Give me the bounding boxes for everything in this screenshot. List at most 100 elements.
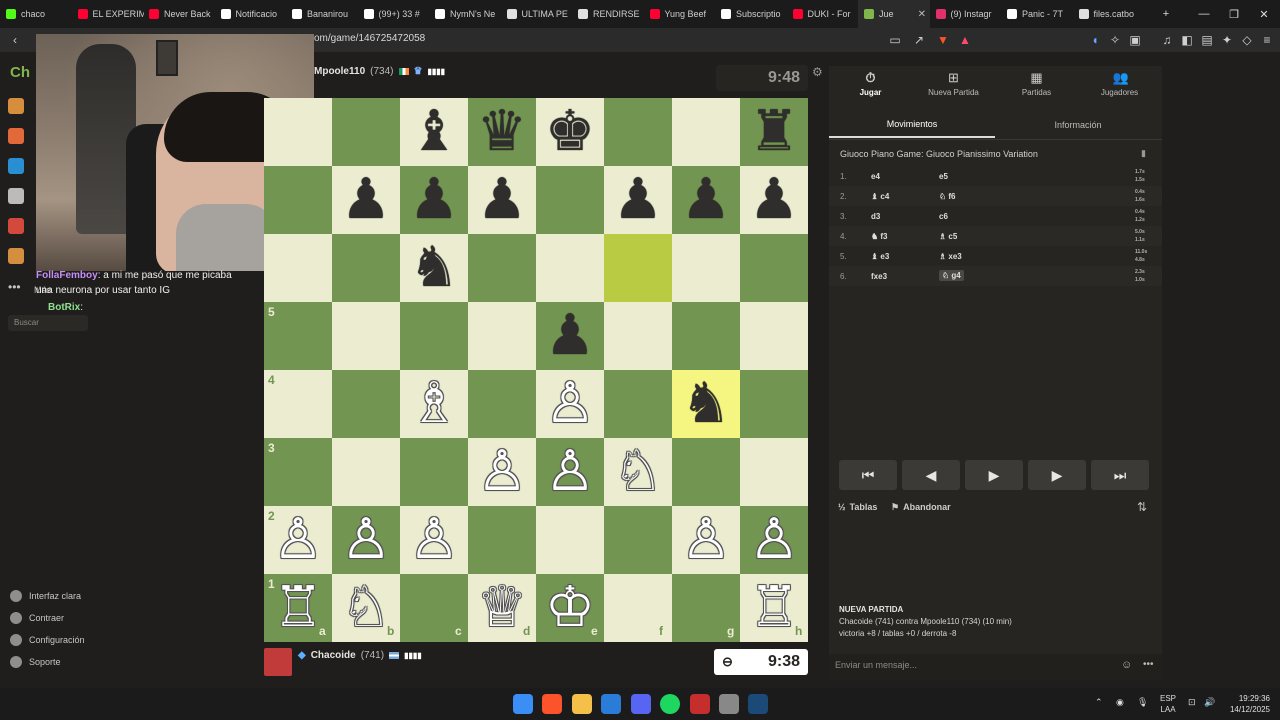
white-move[interactable]: ♝ c4 [871,192,889,201]
white-move[interactable]: ♝ e3 [871,252,889,261]
chess-piece-h8[interactable]: ♜ [740,98,808,166]
board-square-g5[interactable] [672,302,740,370]
chess-piece-e3[interactable]: ♙ [536,438,604,506]
chess-piece-a2[interactable]: ♙ [264,506,332,574]
black-move[interactable]: ♗ c5 [939,232,957,241]
last-move-button[interactable]: ⏭ [1091,460,1149,490]
chess-piece-g4[interactable]: ♞ [672,370,740,438]
new-game-players[interactable]: Chacoide (741) contra Mpoole110 (734) (1… [839,616,1012,628]
black-move[interactable]: c6 [939,212,948,221]
steam-icon[interactable] [748,694,768,714]
back-icon[interactable]: ‹ [8,33,22,47]
language-indicator[interactable]: ESP LAA [1160,693,1176,715]
flip-board-icon[interactable]: ⇅ [1137,500,1147,514]
board-square-e2[interactable] [536,506,604,574]
browser-tab[interactable]: NymN's Ne [429,0,501,28]
chess-piece-b2[interactable]: ♙ [332,506,400,574]
play-button[interactable]: ▶ [965,460,1023,490]
browser-tab[interactable]: Subscriptio [715,0,787,28]
board-square-d6[interactable] [468,234,536,302]
new-tab-button[interactable]: + [1150,0,1182,28]
white-move[interactable]: d3 [871,212,880,221]
board-square-h5[interactable] [740,302,808,370]
chess-piece-c8[interactable]: ♝ [400,98,468,166]
sidebar-search-input[interactable]: Buscar [8,315,88,331]
news-icon[interactable] [8,218,24,234]
board-square-b8[interactable] [332,98,400,166]
board-square-a7[interactable] [264,166,332,234]
chess-piece-e8[interactable]: ♚ [536,98,604,166]
recorder-icon[interactable] [690,694,710,714]
browser-tab[interactable]: EL EXPERIM [72,0,144,28]
browser-tab[interactable]: ULTIMA PE [501,0,573,28]
tray-chevron-icon[interactable]: ⌃ [1095,697,1103,708]
chess-piece-e4[interactable]: ♙ [536,370,604,438]
next-move-button[interactable]: ▶ [1028,460,1086,490]
start-icon[interactable] [513,694,533,714]
previous-move-button[interactable]: ◀ [902,460,960,490]
board-square-f2[interactable] [604,506,672,574]
chess-piece-a1[interactable]: ♖ [264,574,332,642]
white-move[interactable]: fxe3 [871,272,887,281]
learn-icon[interactable] [8,158,24,174]
tray-app-icon[interactable]: ◉ [1116,697,1124,708]
more-icon[interactable]: ••• [8,280,21,294]
browser-tab[interactable]: (99+) 33 # [358,0,430,28]
chess-piece-c6[interactable]: ♞ [400,234,468,302]
board-square-d4[interactable] [468,370,536,438]
opening-name[interactable]: Giuoco Piano Game: Giuoco Pianissimo Var… [840,149,1038,159]
board-square-f4[interactable] [604,370,672,438]
browser-tab[interactable]: RENDIRSE [572,0,644,28]
board-square-b5[interactable] [332,302,400,370]
brave-shield-icon[interactable]: ▼ [936,33,950,47]
chess-piece-g7[interactable]: ♟ [672,166,740,234]
white-move[interactable]: ♞ f3 [871,232,888,241]
vpn-icon[interactable]: ◇ [1240,33,1254,47]
top-player-name[interactable]: Mpoole110 [314,66,365,77]
share-icon[interactable]: ↗ [912,33,926,47]
subtab-información[interactable]: Información [995,112,1161,138]
black-move[interactable]: ♘ f6 [939,192,956,201]
bing-icon[interactable] [601,694,621,714]
message-input[interactable]: Enviar un mensaje... ☺ ••• [829,654,1162,680]
collapse-link[interactable]: Contraer [10,612,64,624]
url-text[interactable]: om/game/146725472058 [314,33,425,44]
chess-piece-h2[interactable]: ♙ [740,506,808,574]
obs-icon[interactable] [719,694,739,714]
menu-grid-icon[interactable]: ▣ [1128,33,1142,47]
board-square-f5[interactable] [604,302,672,370]
black-move[interactable]: ♘ g4 [939,270,964,281]
board-square-d2[interactable] [468,506,536,574]
browser-tab[interactable]: DUKI - For [787,0,859,28]
support-link[interactable]: Soporte [10,656,61,668]
board-square-e7[interactable] [536,166,604,234]
chess-piece-d3[interactable]: ♙ [468,438,536,506]
browser-tab[interactable]: Never Back [143,0,215,28]
chess-piece-c4[interactable]: ♗ [400,370,468,438]
subtab-movimientos[interactable]: Movimientos [829,112,995,138]
hamburger-icon[interactable]: ≡ [1260,33,1274,47]
draw-button[interactable]: ½ Tablas [838,502,877,512]
board-square-f8[interactable] [604,98,672,166]
chess-piece-d1[interactable]: ♕ [468,574,536,642]
settings-gear-icon[interactable]: ⚙ [812,65,823,79]
close-tab-icon[interactable]: ✕ [918,9,926,20]
mic-icon[interactable]: 🎙 [1137,697,1148,708]
site-logo[interactable]: Ch [10,64,30,81]
board-square-h3[interactable] [740,438,808,506]
panel-tab-partidas[interactable]: ▦ Partidas [995,66,1078,110]
sound-icon[interactable]: ◖ [1088,33,1102,47]
browser-tab[interactable]: Panic - 7T [1001,0,1073,28]
board-square-b4[interactable] [332,370,400,438]
browser-tab[interactable]: chaco [0,0,72,28]
watch-icon[interactable] [8,188,24,204]
extensions-icon[interactable]: ✧ [1108,33,1122,47]
chess-piece-b7[interactable]: ♟ [332,166,400,234]
wallet-icon[interactable]: ▤ [1200,33,1214,47]
board-square-b6[interactable] [332,234,400,302]
maximize-icon[interactable]: ❐ [1218,0,1250,28]
chess-piece-f3[interactable]: ♘ [604,438,672,506]
screen-icon[interactable]: ▭ [888,33,902,47]
browser-tab[interactable]: Yung Beef [644,0,716,28]
browser-tab[interactable]: Jue ✕ [858,0,930,28]
